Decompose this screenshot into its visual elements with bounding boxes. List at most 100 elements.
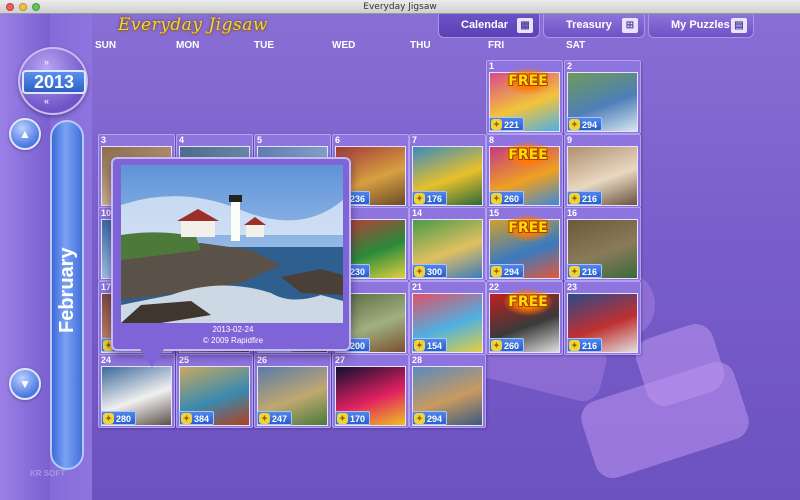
free-badge: FREE bbox=[503, 67, 553, 95]
window-title: Everyday Jigsaw bbox=[363, 2, 437, 12]
weekday-1: MON bbox=[176, 40, 200, 51]
day-tile-14[interactable]: 14 ✦ 300 bbox=[409, 207, 486, 281]
piece-count: 236 bbox=[350, 194, 366, 204]
day-number: 26 bbox=[257, 355, 268, 365]
day-tile-8[interactable]: 8 FREE ✦ 260 bbox=[486, 134, 563, 208]
weekday-2: TUE bbox=[254, 40, 274, 51]
piece-count-badge: ✦ 221 bbox=[489, 117, 525, 131]
day-number: 27 bbox=[335, 355, 346, 365]
day-number: 25 bbox=[179, 355, 190, 365]
prev-month-button[interactable]: ▲ bbox=[9, 118, 41, 150]
tab-my-puzzles-label: My Puzzles bbox=[671, 19, 730, 31]
piece-count-badge: ✦ 176 bbox=[412, 191, 448, 205]
tab-treasury[interactable]: Treasury ⊞ bbox=[543, 14, 645, 38]
free-badge: FREE bbox=[503, 288, 553, 316]
tab-calendar-label: Calendar bbox=[461, 19, 509, 31]
day-tile-28[interactable]: 28 ✦ 294 bbox=[409, 354, 486, 428]
piece-count: 154 bbox=[427, 341, 443, 351]
piece-count-badge: ✦ 154 bbox=[412, 338, 448, 352]
piece-count-badge: ✦ 280 bbox=[101, 411, 137, 425]
weekday-0: SUN bbox=[95, 40, 117, 51]
piece-count: 247 bbox=[272, 414, 288, 424]
free-badge: FREE bbox=[503, 141, 553, 169]
close-window-button[interactable] bbox=[6, 3, 14, 11]
puzzle-piece-icon: ✦ bbox=[337, 413, 348, 424]
cart-icon: ⊞ bbox=[622, 18, 638, 33]
day-number: 22 bbox=[489, 282, 500, 292]
piece-count: 221 bbox=[504, 120, 520, 130]
calendar-icon: ▦ bbox=[517, 18, 533, 33]
puzzle-preview-popup: 2013-02-24 © 2009 Rapidfire bbox=[111, 157, 351, 351]
puzzle-piece-icon: ✦ bbox=[491, 266, 502, 277]
day-number: 6 bbox=[335, 135, 341, 145]
piece-count: 294 bbox=[504, 267, 520, 277]
day-tile-22[interactable]: 22 FREE ✦ 260 bbox=[486, 281, 563, 355]
chevron-up-icon: ▲ bbox=[19, 127, 31, 141]
day-number: 14 bbox=[412, 208, 423, 218]
day-number: 17 bbox=[101, 282, 112, 292]
puzzle-piece-icon: ✦ bbox=[259, 413, 270, 424]
puzzle-piece-icon: ✦ bbox=[181, 413, 192, 424]
day-number: 24 bbox=[101, 355, 112, 365]
tab-my-puzzles[interactable]: My Puzzles ▤ bbox=[648, 14, 754, 38]
day-tile-7[interactable]: 7 ✦ 176 bbox=[409, 134, 486, 208]
piece-count: 260 bbox=[504, 194, 520, 204]
day-tile-1[interactable]: 1 FREE ✦ 221 bbox=[486, 60, 563, 134]
preview-credit: © 2009 Rapidfire bbox=[202, 336, 264, 345]
day-tile-27[interactable]: 27 ✦ 170 bbox=[332, 354, 409, 428]
piece-count-badge: ✦ 294 bbox=[489, 264, 525, 278]
piece-count-badge: ✦ 216 bbox=[567, 338, 603, 352]
piece-count-badge: ✦ 294 bbox=[412, 411, 448, 425]
year-label: 2013 bbox=[22, 70, 86, 94]
piece-count-badge: ✦ 216 bbox=[567, 264, 603, 278]
preview-date: 2013-02-24 bbox=[212, 325, 254, 334]
next-year-button[interactable]: » bbox=[44, 57, 49, 67]
piece-count-badge: ✦ 294 bbox=[567, 117, 603, 131]
folder-icon: ▤ bbox=[731, 18, 747, 33]
day-number: 7 bbox=[412, 135, 418, 145]
day-tile-21[interactable]: 21 ✦ 154 bbox=[409, 281, 486, 355]
piece-count: 280 bbox=[116, 414, 132, 424]
piece-count-badge: ✦ 260 bbox=[489, 338, 525, 352]
weekday-3: WED bbox=[332, 40, 356, 51]
puzzle-piece-icon: ✦ bbox=[491, 340, 502, 351]
puzzle-piece-icon: ✦ bbox=[569, 193, 580, 204]
next-month-button[interactable]: ▼ bbox=[9, 368, 41, 400]
free-badge: FREE bbox=[503, 214, 553, 242]
day-tile-16[interactable]: 16 ✦ 216 bbox=[564, 207, 641, 281]
tab-calendar[interactable]: Calendar ▦ bbox=[438, 14, 540, 38]
piece-count: 294 bbox=[427, 414, 443, 424]
chevron-down-icon: ▼ bbox=[19, 377, 31, 391]
piece-count: 384 bbox=[194, 414, 210, 424]
prev-year-button[interactable]: « bbox=[44, 96, 49, 106]
puzzle-piece-icon: ✦ bbox=[569, 340, 580, 351]
puzzle-piece-icon: ✦ bbox=[414, 193, 425, 204]
day-tile-15[interactable]: 15 FREE ✦ 294 bbox=[486, 207, 563, 281]
puzzle-piece-icon: ✦ bbox=[491, 119, 502, 130]
day-tile-25[interactable]: 25 ✦ 384 bbox=[176, 354, 253, 428]
day-number: 2 bbox=[567, 61, 573, 71]
piece-count-badge: ✦ 384 bbox=[179, 411, 215, 425]
piece-count: 170 bbox=[350, 414, 366, 424]
weekday-4: THU bbox=[410, 40, 431, 51]
puzzle-piece-icon: ✦ bbox=[491, 193, 502, 204]
day-tile-2[interactable]: 2 ✦ 294 bbox=[564, 60, 641, 134]
day-tile-26[interactable]: 26 ✦ 247 bbox=[254, 354, 331, 428]
app-logo: Everyday Jigsaw bbox=[118, 15, 268, 35]
day-tile-23[interactable]: 23 ✦ 216 bbox=[564, 281, 641, 355]
app-window: Everyday Jigsaw Everyday Jigsaw Calendar… bbox=[0, 0, 800, 500]
zoom-window-button[interactable] bbox=[32, 3, 40, 11]
piece-count: 216 bbox=[582, 267, 598, 277]
piece-count: 230 bbox=[350, 267, 366, 277]
minimize-window-button[interactable] bbox=[19, 3, 27, 11]
puzzle-piece-icon: ✦ bbox=[414, 340, 425, 351]
piece-count-badge: ✦ 260 bbox=[489, 191, 525, 205]
puzzle-piece-icon: ✦ bbox=[414, 266, 425, 277]
day-number: 28 bbox=[412, 355, 423, 365]
day-number: 10 bbox=[101, 208, 112, 218]
preview-image bbox=[121, 165, 343, 323]
day-tile-9[interactable]: 9 ✦ 216 bbox=[564, 134, 641, 208]
tab-treasury-label: Treasury bbox=[566, 19, 612, 31]
piece-count: 216 bbox=[582, 341, 598, 351]
weekday-5: FRI bbox=[488, 40, 505, 51]
